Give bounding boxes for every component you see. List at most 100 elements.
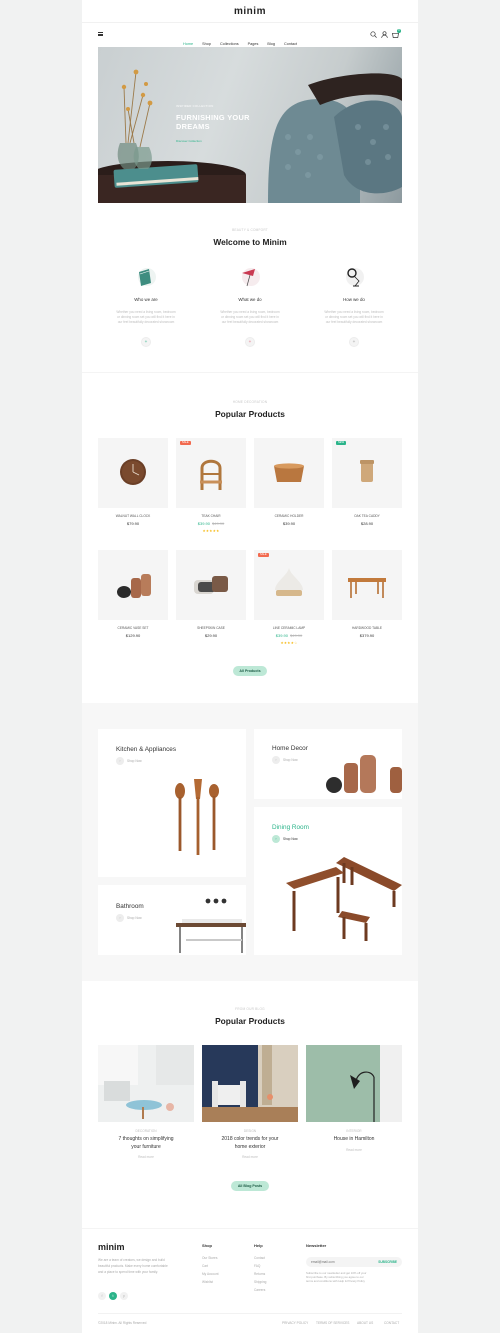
feature-title: What we do [238,297,262,302]
category-home-decor[interactable]: Home Decor › Shop Now [254,729,402,799]
nav-blog[interactable]: Blog [267,42,275,46]
footer-bottom-link[interactable]: PRIVACY POLICY [282,1320,308,1326]
footer-link[interactable]: Shipping [254,1279,266,1285]
nav-shop[interactable]: Shop [202,42,211,46]
all-blog-posts-button[interactable]: All Blog Posts [231,1181,269,1191]
pinterest-icon[interactable]: p [120,1291,128,1300]
nav-home[interactable]: Home [183,42,193,46]
product-price: $129.90 [98,633,168,638]
product-price: $39.90 $49.90 [254,633,324,638]
all-products-button[interactable]: All Products [233,666,267,676]
shop-now-link[interactable]: › Shop Now [272,756,298,764]
product-card[interactable]: SALE TEAK CHAIR $39.90 $49.90 ★★★★★ [176,438,246,538]
footer-link[interactable]: Returns [254,1271,265,1277]
blog-post[interactable]: INTERIOR House in Hamilton Read more [306,1045,402,1165]
nav-pages[interactable]: Pages [248,42,259,46]
product-card[interactable]: SHEEPSKIN CASE $29.90 [176,550,246,650]
shop-now-link[interactable]: › Shop Now [116,914,142,922]
feature-text: our feel beautifully decorated showroom [221,320,279,324]
footer-link[interactable]: Cart [202,1263,208,1269]
read-more-link[interactable]: Read more [202,1155,298,1159]
product-card[interactable]: CERAMIC VASE SET $129.90 [98,550,168,650]
user-icon[interactable] [381,31,388,38]
blog-post[interactable]: DESIGN 2018 color trends for your home e… [202,1045,298,1165]
category-bathroom[interactable]: Bathroom › Shop Now [98,885,246,955]
twitter-icon[interactable]: t [109,1291,117,1300]
footer-link[interactable]: Contact [254,1255,265,1261]
hero-cta[interactable]: Discover Collection [176,139,202,143]
footer-brand[interactable]: minim [98,1242,125,1252]
product-name[interactable]: TEAK CHAIR [176,514,246,518]
shop-now-label: Shop Now [127,758,142,763]
shop-now-label: Shop Now [283,836,298,841]
product-image[interactable] [98,550,168,620]
newsletter-email-input[interactable] [311,1258,371,1266]
brand-logo[interactable]: minim [82,6,418,17]
hamburger-icon[interactable] [98,32,103,37]
product-card[interactable]: SALE LINE CERAMIC LAMP $39.90 $49.90 ★★★★… [254,550,324,650]
product-image[interactable] [332,550,402,620]
nav-contact[interactable]: Contact [284,42,297,46]
footer-bottom-link[interactable]: CONTACT [384,1320,399,1326]
benches-image [286,857,402,941]
feature-text: Whether you need a living room, bedroom [324,310,384,314]
read-more-link[interactable]: Read more [306,1148,402,1152]
subscribe-button[interactable]: SUBSCRIBE [378,1260,397,1264]
copyright: ©2018 Minim. All Rights Reserved [98,1321,147,1325]
product-image[interactable]: SALE [254,550,324,620]
old-price: $49.90 [290,633,303,638]
shop-now-link[interactable]: › Shop Now [116,757,142,765]
footer-link[interactable]: Wishlist [202,1279,213,1285]
product-name[interactable]: CERAMIC HOLDER [254,514,324,518]
facebook-icon[interactable]: f [98,1291,106,1300]
product-image[interactable]: SALE [176,438,246,508]
product-name[interactable]: LINE CERAMIC LAMP [254,626,324,630]
footer-link[interactable]: FAQ [254,1263,260,1269]
product-image[interactable] [98,438,168,508]
product-image[interactable] [254,438,324,508]
product-image[interactable] [176,550,246,620]
feature-text: Whether you need a living room, bedroom [220,310,280,314]
category-dining[interactable]: Dining Room › Shop Now [254,807,402,955]
blog-post[interactable]: DECORATION 7 thoughts on simplifying you… [98,1045,194,1165]
vase-set-image [117,574,151,598]
product-name[interactable]: OAK TEA CADDY [332,514,402,518]
blog-title-line[interactable]: 2018 color trends for your [202,1136,298,1142]
product-card[interactable]: NEW OAK TEA CADDY $28.90 [332,438,402,538]
search-icon[interactable] [370,31,377,38]
footer-bottom-link[interactable]: TERMS OF SERVICES [316,1320,349,1326]
footer-link[interactable]: Careers [254,1287,265,1293]
footer-link[interactable]: Our Stores [202,1255,217,1261]
sheepskin-case-image [194,576,228,594]
product-name[interactable]: WALNUT WALL CLOCK [98,514,168,518]
hero-title-line2: DREAMS [176,122,210,131]
product-price: $379.90 [332,633,402,638]
newsletter-title: Newsletter [306,1243,327,1248]
blog-image-kitchen[interactable] [98,1045,194,1122]
product-card[interactable]: WALNUT WALL CLOCK $79.90 [98,438,168,538]
feature-more-button[interactable]: + [141,337,151,347]
shop-now-link[interactable]: › Shop Now [272,835,298,843]
read-more-link[interactable]: Read more [98,1155,194,1159]
footer-link[interactable]: My Account [202,1271,218,1277]
footer-bottom-link[interactable]: ABOUT US [357,1320,373,1326]
blog-image-lamp[interactable] [306,1045,402,1122]
product-card[interactable]: CERAMIC HOLDER $39.90 [254,438,324,538]
blog-title-line[interactable]: home exterior [202,1144,298,1150]
product-image[interactable]: NEW [332,438,402,508]
blog-title-line[interactable]: House in Hamilton [306,1136,402,1142]
feature-more-button[interactable]: + [245,337,255,347]
feature-more-button[interactable]: + [349,337,359,347]
price: $379.90 [359,633,375,638]
vases-image [326,755,402,793]
hero-title-line1: FURNISHING YOUR [176,113,250,122]
nav-collections[interactable]: Collections [220,42,239,46]
blog-title-line[interactable]: your furniture [98,1144,194,1150]
blog-image-livingroom[interactable] [202,1045,298,1122]
product-name[interactable]: SHEEPSKIN CASE [176,626,246,630]
product-name[interactable]: CERAMIC VASE SET [98,626,168,630]
product-name[interactable]: HARDWOOD TABLE [332,626,402,630]
blog-title-line[interactable]: 7 thoughts on simplifying [98,1136,194,1142]
product-card[interactable]: HARDWOOD TABLE $379.90 [332,550,402,650]
category-kitchen[interactable]: Kitchen & Appliances › Shop Now [98,729,246,877]
